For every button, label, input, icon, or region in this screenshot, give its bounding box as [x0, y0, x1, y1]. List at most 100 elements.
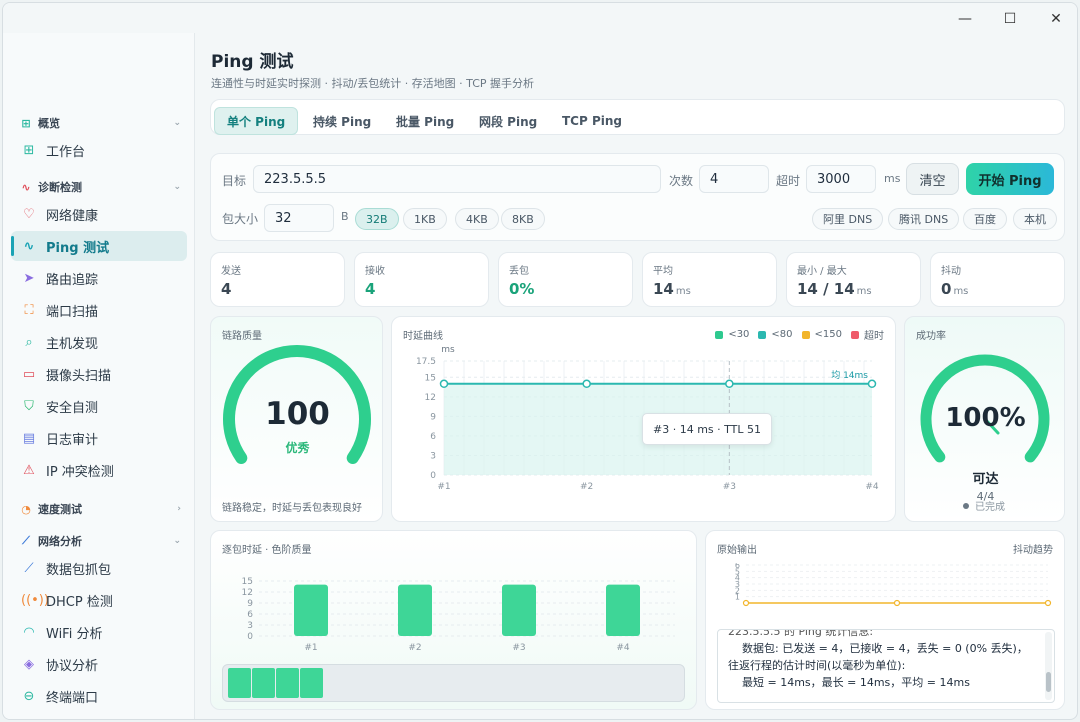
tab-tcp-ping[interactable]: TCP Ping	[550, 107, 634, 135]
sidebar-item-protocol[interactable]: ◈ 协议分析	[11, 649, 187, 679]
sidebar-item-host-discovery[interactable]: ⌕ 主机发现	[11, 327, 187, 357]
size-preset-32b[interactable]: 32B	[355, 208, 399, 230]
jitter-point	[742, 599, 750, 607]
preset-tencent-dns[interactable]: 腾讯 DNS	[888, 208, 960, 230]
close-button[interactable]: ✕	[1046, 9, 1066, 29]
packet-progress-fill	[228, 668, 323, 698]
legend-swatch	[758, 330, 767, 339]
console-scrollbar[interactable]	[1045, 632, 1052, 700]
group-label: 诊断检测	[38, 181, 82, 194]
nav-group-network-analysis[interactable]: ⟋ 网络分析 ⌄	[19, 533, 181, 549]
success-rate-value: 100%	[945, 403, 1026, 433]
sidebar-item-ping-test[interactable]: ∿ Ping 测试	[11, 231, 187, 261]
count-input[interactable]: 4	[699, 165, 769, 193]
link-icon: ⊖	[23, 688, 35, 704]
legend-label: 超时	[864, 331, 884, 342]
maximize-button[interactable]: ☐	[1000, 9, 1020, 29]
y-axis-unit: ms	[441, 345, 455, 355]
chevron-down-icon: ⌄	[173, 536, 181, 546]
grid-icon: ⊞	[23, 142, 35, 158]
sidebar-item-wifi[interactable]: ◠ WiFi 分析	[11, 617, 187, 647]
preset-baidu[interactable]: 百度	[963, 208, 1007, 230]
trend-icon: ⟋	[24, 560, 34, 576]
send-icon: ➤	[23, 270, 35, 286]
sidebar-item-label: DHCP 检测	[46, 594, 113, 610]
packet-size-input[interactable]: 32	[264, 204, 334, 232]
x-tick-label: #4	[616, 643, 630, 653]
timeout-unit: ms	[884, 172, 901, 185]
stat-label: 平均	[653, 266, 673, 277]
reachable-status: 可达	[972, 472, 999, 487]
tab-subnet-ping[interactable]: 网段 Ping	[467, 107, 549, 135]
quality-note: 链路稳定，时延与丢包表现良好	[222, 503, 362, 514]
preset-local[interactable]: 本机	[1013, 208, 1057, 230]
sidebar-item-port-scan[interactable]: ⛶ 端口扫描	[11, 295, 187, 325]
sidebar-item-terminal-port[interactable]: ⊖ 终端端口	[11, 681, 187, 711]
stat-number: 14	[653, 280, 674, 298]
sidebar-item-security-check[interactable]: ⛉ 安全自测	[11, 391, 187, 421]
sidebar-item-camera-scan[interactable]: ▭ 摄像头扫描	[11, 359, 187, 389]
stat-value: 14 ms	[653, 280, 691, 298]
main-content: Ping 测试 连通性与时延实时探测 · 抖动/丢包统计 · 存活地图 · TC…	[196, 33, 1077, 719]
sidebar-item-packet-capture[interactable]: ⟋ 数据包抓包	[11, 553, 187, 583]
x-tick-label: #3	[723, 482, 736, 492]
tab-continuous-ping[interactable]: 持续 Ping	[301, 107, 383, 135]
tab-single-ping[interactable]: 单个 Ping	[214, 107, 299, 135]
clear-button[interactable]: 清空	[906, 163, 959, 195]
scrollbar-thumb[interactable]	[1046, 672, 1051, 692]
stat-value: 0 ms	[941, 280, 968, 298]
nav-group-overview[interactable]: ⊞ 概览 ⌄	[19, 115, 181, 131]
tab-bar: 单个 Ping 持续 Ping 批量 Ping 网段 Ping TCP Ping	[210, 99, 1065, 135]
packet-cell	[276, 668, 299, 698]
sidebar-item-traceroute[interactable]: ➤ 路由追踪	[11, 263, 187, 293]
sidebar-item-log-audit[interactable]: ▤ 日志审计	[11, 423, 187, 453]
sidebar-item-network-health[interactable]: ♡ 网络健康	[11, 199, 187, 229]
raw-output-console[interactable]: 223.5.5.5 的 Ping 统计信息: 数据包: 已发送 = 4，已接收 …	[717, 629, 1055, 703]
sidebar-item-label: 协议分析	[46, 658, 99, 674]
console-line: 数据包: 已发送 = 4，已接收 = 4，丢失 = 0 (0% 丢失)，	[728, 642, 1028, 655]
start-ping-button[interactable]: 开始 Ping	[966, 163, 1054, 195]
pulse-icon: ∿	[21, 180, 31, 194]
sidebar-item-dhcp[interactable]: ((•)) DHCP 检测	[11, 585, 187, 615]
sidebar-item-label: 工作台	[46, 144, 86, 160]
sidebar-item-dashboard[interactable]: ⊞ 工作台	[11, 135, 187, 165]
raw-output-title: 原始输出	[717, 545, 757, 556]
sidebar-item-label: 日志审计	[46, 432, 99, 448]
stat-card: 最小 / 最大 14 / 14 ms	[786, 252, 921, 307]
trend-icon: ⟋	[22, 534, 30, 547]
group-label: 概览	[38, 117, 60, 130]
tab-batch-ping[interactable]: 批量 Ping	[384, 107, 466, 135]
sidebar-item-ip-conflict[interactable]: ⚠ IP 冲突检测	[11, 455, 187, 485]
stat-value: 4	[365, 280, 377, 298]
timeout-input[interactable]: 3000	[806, 165, 876, 193]
latency-bar	[398, 584, 432, 636]
per-packet-card: 逐包时延 · 色阶质量 0 3 6 9 12 15 #1 #2 #3 #4	[210, 530, 697, 710]
target-input[interactable]: 223.5.5.5	[253, 165, 661, 193]
size-preset-8kb[interactable]: 8KB	[501, 208, 545, 230]
target-label: 目标	[222, 174, 247, 188]
y-tick-label: 0	[247, 632, 253, 642]
size-preset-4kb[interactable]: 4KB	[455, 208, 499, 230]
packet-cell	[300, 668, 323, 698]
link-quality-title: 链路质量	[222, 331, 262, 342]
console-line: 223.5.5.5 的 Ping 统计信息:	[728, 629, 874, 638]
size-preset-1kb[interactable]: 1KB	[403, 208, 447, 230]
minimize-button[interactable]: —	[955, 9, 975, 29]
stat-unit: ms	[953, 286, 969, 297]
stat-number: 0%	[509, 280, 535, 298]
nav-group-diagnostics[interactable]: ∿ 诊断检测 ⌄	[19, 179, 181, 195]
completed-status: 已完成	[963, 498, 1005, 513]
x-tick-label: #2	[408, 643, 421, 653]
stat-unit: ms	[675, 286, 691, 297]
console-line: 最短 = 14ms，最长 = 14ms，平均 = 14ms	[728, 676, 970, 689]
stat-card: 平均 14 ms	[642, 252, 777, 307]
sidebar-item-label: 终端端口	[46, 690, 99, 706]
y-tick-label: 6	[735, 563, 740, 570]
preset-ali-dns[interactable]: 阿里 DNS	[812, 208, 884, 230]
y-tick-label: 3	[247, 621, 253, 631]
jitter-point	[1044, 599, 1052, 607]
nav-group-speed-test[interactable]: ◔ 速度测试 ›	[19, 501, 181, 517]
chevron-down-icon: ⌄	[173, 118, 181, 128]
y-tick-label: 0	[430, 471, 436, 481]
y-tick-label: 15	[425, 373, 436, 383]
